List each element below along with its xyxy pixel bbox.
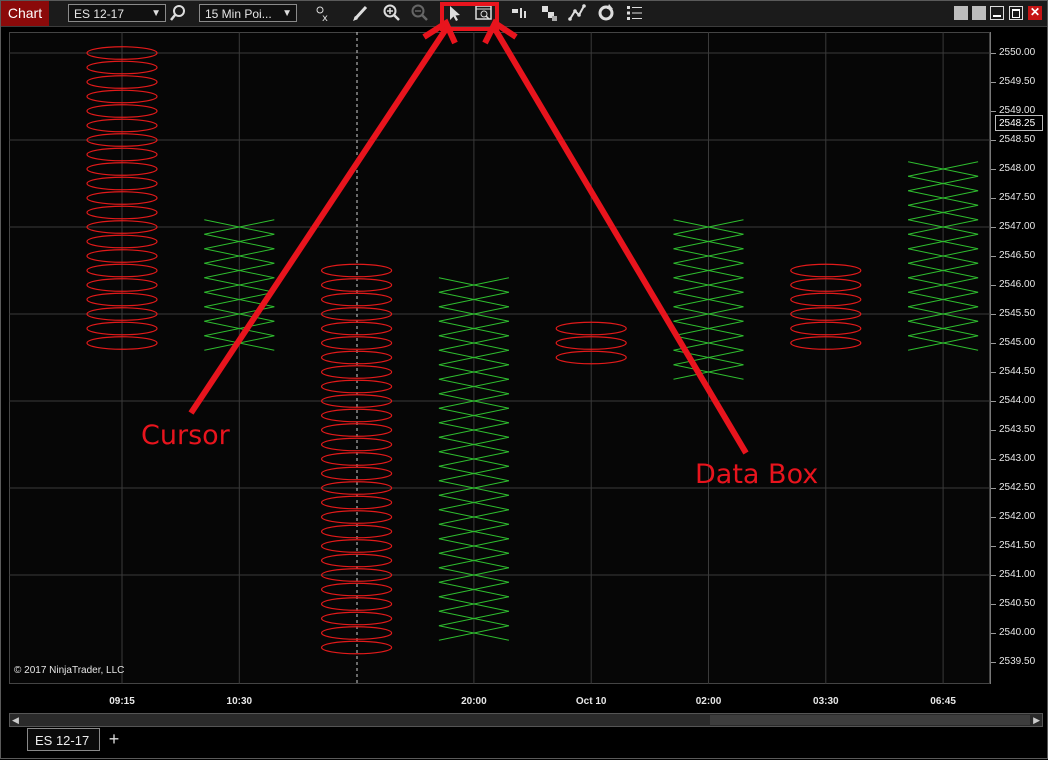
cursor-annotation: Cursor [141,420,230,451]
databox-annotation: Data Box [695,459,819,490]
databox-arrow-line [492,27,749,455]
cursor-arrow-line [188,27,449,415]
annotation-overlay [188,2,749,455]
chart-window: Chart ES 12-17 ▼ 15 Min Poi... ▼ x ✕ © 2… [0,0,1048,759]
